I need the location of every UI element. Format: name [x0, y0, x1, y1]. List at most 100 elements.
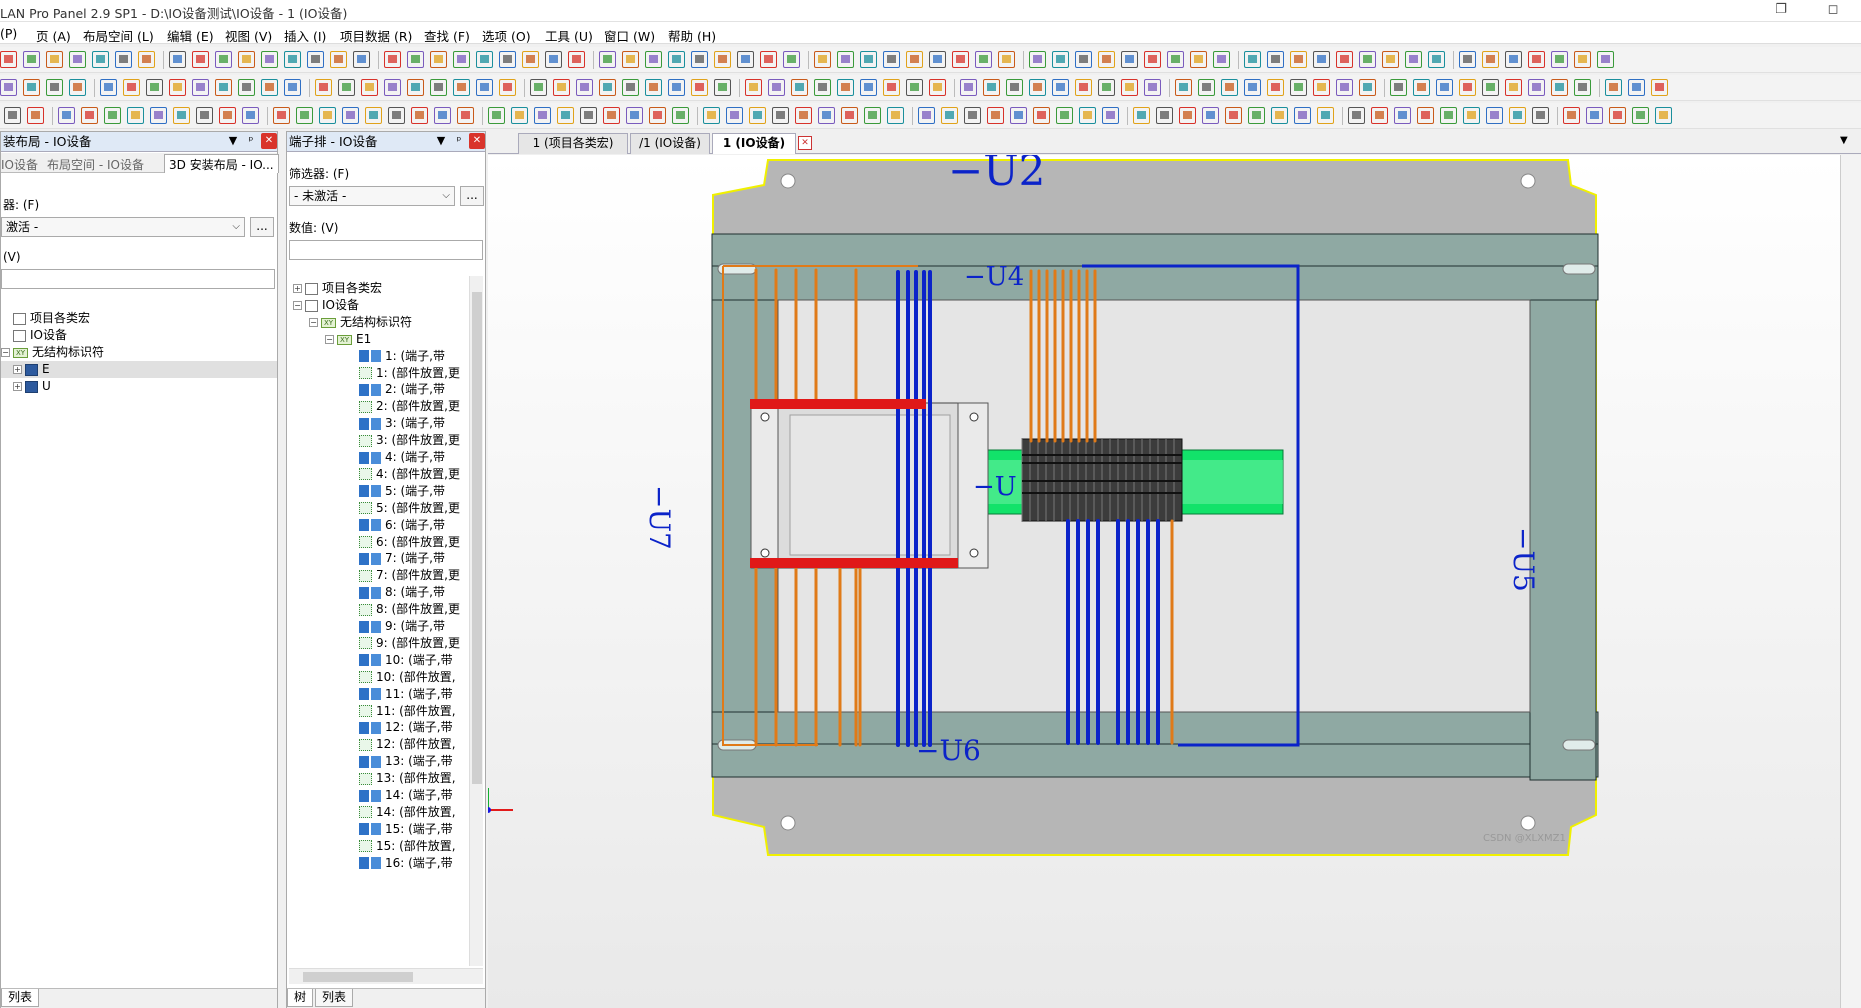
doc-tab-io-device-1[interactable]: /1 (IO设备): [630, 133, 710, 154]
close-icon[interactable]: ✕: [261, 133, 277, 149]
toolbar-button-icon[interactable]: [1029, 79, 1046, 96]
tree-node[interactable]: 10: (端子,带: [289, 652, 469, 669]
toolbar-button-icon[interactable]: [714, 79, 731, 96]
toolbar-button-icon[interactable]: [238, 51, 255, 68]
toolbar-button-icon[interactable]: [4, 107, 21, 124]
toolbar-button-icon[interactable]: [69, 51, 86, 68]
tree-node[interactable]: 6: (部件放置,更: [289, 534, 469, 551]
toolbar-button-icon[interactable]: [1371, 107, 1388, 124]
value-input[interactable]: [1, 269, 275, 289]
toolbar-button-icon[interactable]: [488, 107, 505, 124]
terminal-tree-hscrollbar[interactable]: [289, 968, 483, 984]
toolbar-button-icon[interactable]: [353, 51, 370, 68]
toolbar-button-icon[interactable]: [1156, 107, 1173, 124]
expand-icon[interactable]: −: [1, 348, 10, 357]
menu-item-help[interactable]: 帮助 (H): [668, 26, 716, 45]
toolbar-button-icon[interactable]: [791, 79, 808, 96]
toolbar-button-icon[interactable]: [457, 107, 474, 124]
toolbar-button-icon[interactable]: [1359, 79, 1376, 96]
pin-icon[interactable]: ᵖ: [451, 133, 467, 149]
toolbar-button-icon[interactable]: [1267, 51, 1284, 68]
tree-node[interactable]: 4: (端子,带: [289, 449, 469, 466]
toolbar-button-icon[interactable]: [1528, 79, 1545, 96]
menu-item-project-data[interactable]: 项目数据 (R): [340, 26, 412, 45]
toolbar-button-icon[interactable]: [837, 51, 854, 68]
toolbar-button-icon[interactable]: [1075, 51, 1092, 68]
toolbar-button-icon[interactable]: [1655, 107, 1672, 124]
toolbar-button-icon[interactable]: [342, 107, 359, 124]
toolbar-button-icon[interactable]: [1440, 107, 1457, 124]
toolbar-button-icon[interactable]: [242, 107, 259, 124]
toolbar-button-icon[interactable]: [430, 51, 447, 68]
toolbar-button-icon[interactable]: [603, 107, 620, 124]
toolbar-button-icon[interactable]: [1609, 107, 1626, 124]
toolbar-button-icon[interactable]: [814, 79, 831, 96]
toolbar-button-icon[interactable]: [1098, 79, 1115, 96]
tree-node[interactable]: 5: (端子,带: [289, 483, 469, 500]
toolbar-button-icon[interactable]: [1436, 79, 1453, 96]
expand-icon[interactable]: −: [309, 318, 318, 327]
tree-node[interactable]: 7: (端子,带: [289, 550, 469, 567]
toolbar-button-icon[interactable]: [534, 107, 551, 124]
toolbar-button-icon[interactable]: [580, 107, 597, 124]
toolbar-button-icon[interactable]: [499, 51, 516, 68]
toolbar-button-icon[interactable]: [599, 79, 616, 96]
toolbar-button-icon[interactable]: [384, 79, 401, 96]
doc-tab-project-macros[interactable]: 1 (项目各类宏): [518, 133, 628, 154]
filter-select[interactable]: 激活 - ⌵: [1, 217, 245, 237]
toolbar-button-icon[interactable]: [1405, 51, 1422, 68]
toolbar-button-icon[interactable]: [1244, 79, 1261, 96]
toolbar-button-icon[interactable]: [23, 79, 40, 96]
toolbar-button-icon[interactable]: [407, 79, 424, 96]
expand-icon[interactable]: +: [13, 365, 22, 374]
toolbar-button-icon[interactable]: [626, 107, 643, 124]
toolbar-button-icon[interactable]: [1144, 51, 1161, 68]
toolbar-button-icon[interactable]: [576, 79, 593, 96]
toolbar-button-icon[interactable]: [1428, 51, 1445, 68]
menu-item-find[interactable]: 查找 (F): [424, 26, 470, 45]
toolbar-button-icon[interactable]: [887, 107, 904, 124]
toolbar-button-icon[interactable]: [1574, 51, 1591, 68]
toolbar-button-icon[interactable]: [1313, 79, 1330, 96]
toolbar-button-icon[interactable]: [1294, 107, 1311, 124]
filter-options-button[interactable]: ...: [250, 217, 274, 237]
toolbar-button-icon[interactable]: [860, 79, 877, 96]
toolbar-button-icon[interactable]: [1482, 51, 1499, 68]
tab-list[interactable]: 列表: [315, 989, 354, 1007]
tree-node[interactable]: + U: [1, 378, 277, 395]
toolbar-button-icon[interactable]: [691, 79, 708, 96]
toolbar-button-icon[interactable]: [1190, 51, 1207, 68]
toolbar-button-icon[interactable]: [215, 79, 232, 96]
tree-node[interactable]: 10: (部件放置,: [289, 669, 469, 686]
toolbar-button-icon[interactable]: [1651, 79, 1668, 96]
toolbar-button-icon[interactable]: [1551, 79, 1568, 96]
tab-layout-space[interactable]: 布局空间 - IO设备: [47, 156, 144, 173]
toolbar-button-icon[interactable]: [261, 79, 278, 96]
tree-node[interactable]: 3: (端子,带: [289, 415, 469, 432]
toolbar-button-icon[interactable]: [918, 107, 935, 124]
tree-node[interactable]: 5: (部件放置,更: [289, 500, 469, 517]
toolbar-button-icon[interactable]: [1202, 107, 1219, 124]
tree-node[interactable]: 15: (部件放置,: [289, 838, 469, 855]
toolbar-button-icon[interactable]: [0, 51, 17, 68]
toolbar-button-icon[interactable]: [883, 51, 900, 68]
toolbar-button-icon[interactable]: [1313, 51, 1330, 68]
toolbar-button-icon[interactable]: [672, 107, 689, 124]
toolbar-button-icon[interactable]: [1102, 107, 1119, 124]
toolbar-button-icon[interactable]: [814, 51, 831, 68]
toolbar-button-icon[interactable]: [169, 51, 186, 68]
toolbar-button-icon[interactable]: [1225, 107, 1242, 124]
toolbar-button-icon[interactable]: [23, 51, 40, 68]
menu-item-window[interactable]: 窗口 (W): [604, 26, 655, 45]
tree-node[interactable]: 3: (部件放置,更: [289, 432, 469, 449]
toolbar-button-icon[interactable]: [1267, 79, 1284, 96]
tree-node[interactable]: 13: (部件放置,: [289, 770, 469, 787]
toolbar-button-icon[interactable]: [883, 79, 900, 96]
toolbar-button-icon[interactable]: [173, 107, 190, 124]
toolbar-button-icon[interactable]: [1006, 79, 1023, 96]
toolbar-button-icon[interactable]: [453, 51, 470, 68]
toolbar-button-icon[interactable]: [929, 79, 946, 96]
toolbar-button-icon[interactable]: [27, 107, 44, 124]
toolbar-button-icon[interactable]: [841, 107, 858, 124]
toolbar-button-icon[interactable]: [434, 107, 451, 124]
